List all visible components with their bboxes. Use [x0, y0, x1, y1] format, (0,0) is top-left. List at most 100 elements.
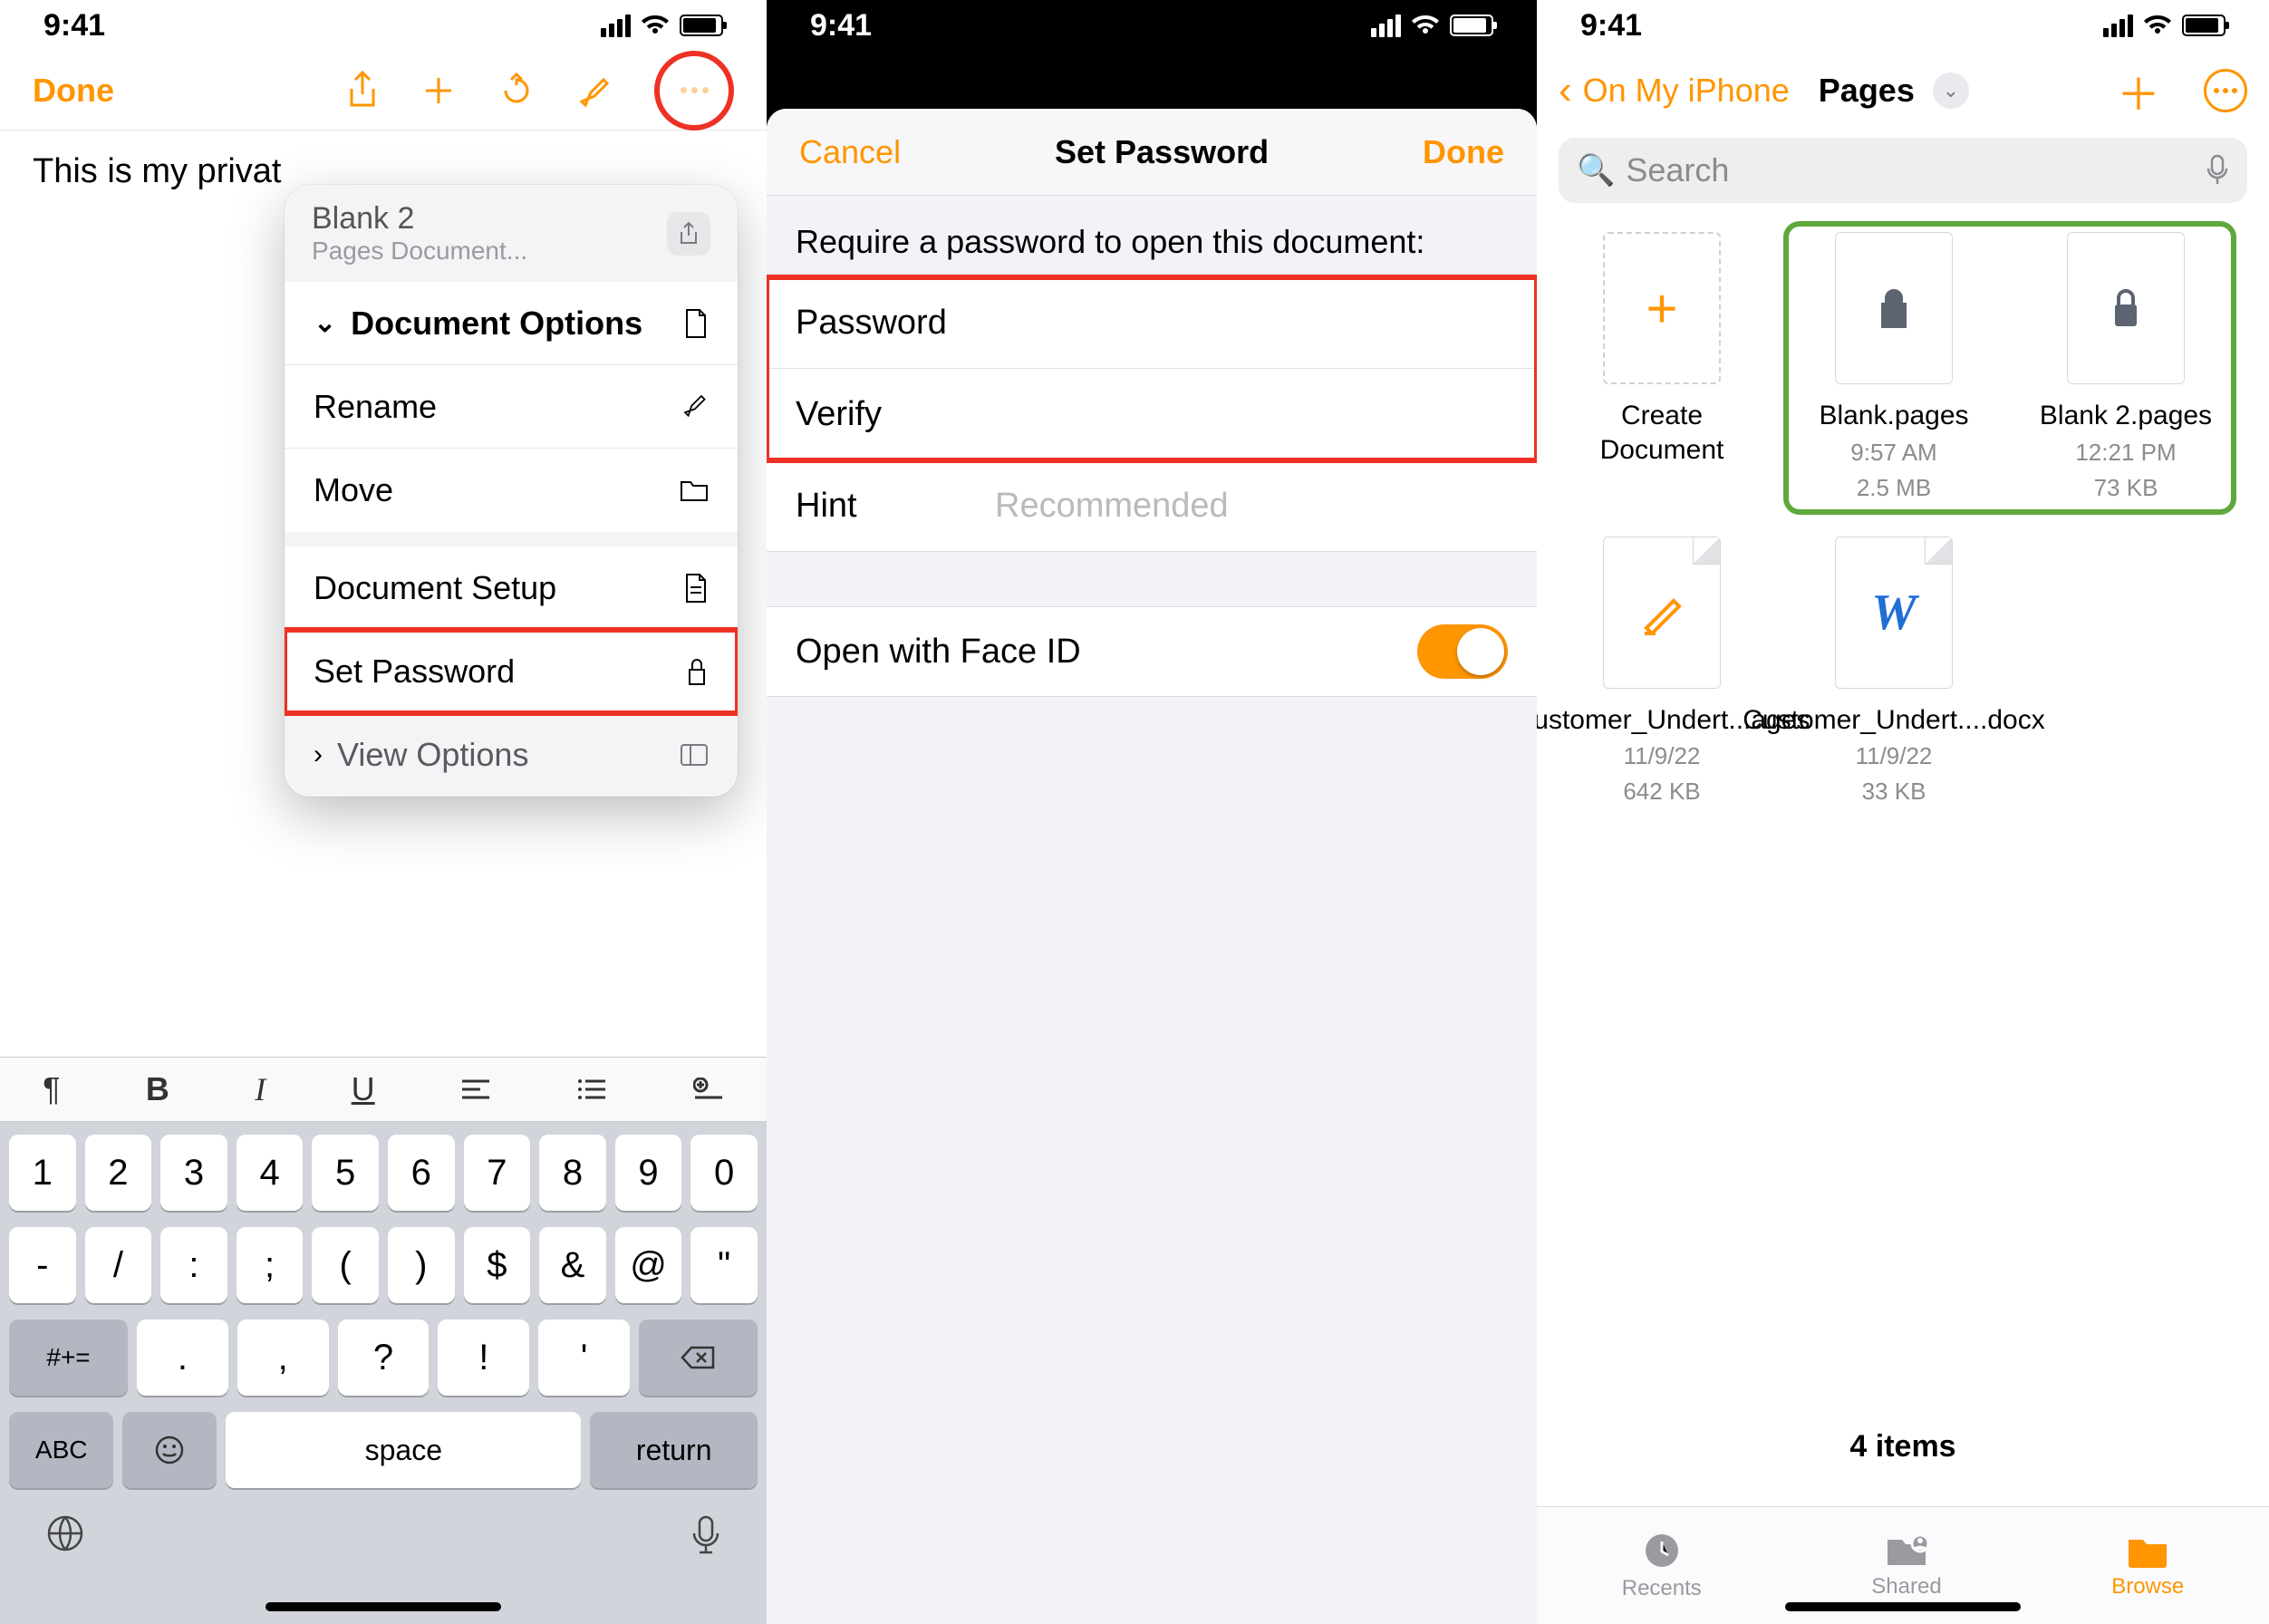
lock-icon — [1876, 286, 1912, 330]
folder-icon — [680, 478, 709, 502]
search-field[interactable]: 🔍 Search — [1559, 138, 2247, 203]
done-button[interactable]: Done — [1423, 133, 1504, 171]
key[interactable]: - — [9, 1227, 76, 1303]
bold-button[interactable]: B — [146, 1070, 169, 1108]
file-tile[interactable]: W Customer_Undert....docx 11/9/22 33 KB — [1794, 536, 1994, 808]
key-backspace[interactable] — [639, 1320, 758, 1396]
location-menu-button[interactable]: ⌄ — [1933, 72, 1969, 109]
key[interactable]: . — [137, 1320, 228, 1396]
format-bar: ¶ B I U — [0, 1057, 767, 1122]
insert-icon[interactable] — [693, 1078, 724, 1101]
file-grid: + Create Document Blank.pages 9:57 AM 2.… — [1537, 203, 2269, 836]
more-icon[interactable] — [681, 87, 709, 93]
mic-icon[interactable] — [2206, 154, 2229, 187]
create-document-tile[interactable]: + Create Document — [1562, 232, 1762, 504]
sheet-title: Set Password — [1055, 133, 1269, 171]
menu-rename[interactable]: Rename — [285, 365, 738, 449]
tab-shared[interactable]: Shared — [1871, 1532, 1941, 1600]
key[interactable]: : — [160, 1227, 227, 1303]
key[interactable]: 6 — [388, 1135, 455, 1211]
cancel-button[interactable]: Cancel — [799, 133, 901, 171]
file-tile[interactable]: Customer_Undert...ages 11/9/22 642 KB — [1562, 536, 1762, 808]
verify-field[interactable]: Verify — [767, 369, 1537, 459]
signal-icon — [2103, 14, 2133, 37]
share-icon[interactable] — [346, 71, 379, 111]
key-abc[interactable]: ABC — [9, 1412, 113, 1488]
battery-icon — [680, 14, 723, 36]
key[interactable]: ' — [538, 1320, 630, 1396]
tab-recents[interactable]: Recents — [1622, 1531, 1702, 1601]
file-tile[interactable]: Blank.pages 9:57 AM 2.5 MB — [1794, 232, 1994, 504]
italic-button[interactable]: I — [255, 1070, 266, 1108]
key[interactable]: 8 — [539, 1135, 606, 1211]
key[interactable]: 2 — [85, 1135, 152, 1211]
key[interactable]: ! — [438, 1320, 529, 1396]
key[interactable]: 7 — [464, 1135, 531, 1211]
signal-icon — [1371, 14, 1401, 37]
key[interactable]: $ — [464, 1227, 531, 1303]
undo-icon[interactable] — [498, 72, 535, 109]
menu-view-options[interactable]: › View Options — [285, 713, 738, 797]
signal-icon — [601, 14, 631, 37]
folder-icon — [2125, 1532, 2170, 1569]
clock-icon — [1642, 1531, 1682, 1571]
key-space[interactable]: space — [226, 1412, 581, 1488]
search-icon: 🔍 — [1577, 152, 1615, 188]
backspace-icon — [681, 1344, 717, 1371]
mic-icon[interactable] — [690, 1513, 721, 1557]
menu-move[interactable]: Move — [285, 449, 738, 532]
wifi-icon — [2144, 15, 2171, 35]
faceid-switch[interactable] — [1417, 624, 1508, 679]
key-emoji[interactable] — [122, 1412, 217, 1488]
done-button[interactable]: Done — [33, 72, 114, 110]
key[interactable]: / — [85, 1227, 152, 1303]
more-button[interactable] — [2204, 69, 2247, 112]
editor-toolbar: Done — [0, 51, 767, 130]
key[interactable]: ? — [338, 1320, 430, 1396]
require-password-label: Require a password to open this document… — [767, 196, 1537, 277]
key[interactable]: " — [690, 1227, 758, 1303]
password-field[interactable]: Password — [767, 278, 1537, 369]
add-button[interactable]: ＋ — [2117, 59, 2160, 122]
key[interactable]: 1 — [9, 1135, 76, 1211]
file-tile[interactable]: Blank 2.pages 12:21 PM 73 KB — [2026, 232, 2226, 504]
items-count: 4 items — [1537, 1429, 2269, 1464]
battery-icon — [1450, 14, 1493, 36]
key-return[interactable]: return — [590, 1412, 758, 1488]
key[interactable]: 3 — [160, 1135, 227, 1211]
key[interactable]: , — [237, 1320, 329, 1396]
key[interactable]: 4 — [237, 1135, 304, 1211]
chevron-left-icon[interactable]: ‹ — [1559, 68, 1572, 113]
key[interactable]: & — [539, 1227, 606, 1303]
menu-set-password-highlight[interactable]: Set Password — [285, 630, 738, 713]
underline-button[interactable]: U — [352, 1070, 375, 1108]
hint-field[interactable]: Hint Recommended — [767, 460, 1537, 551]
popover-share-button[interactable] — [667, 212, 710, 256]
key[interactable]: 0 — [690, 1135, 758, 1211]
home-indicator — [266, 1602, 501, 1611]
list-icon[interactable] — [576, 1078, 607, 1101]
key[interactable]: ; — [237, 1227, 304, 1303]
home-indicator — [1785, 1602, 2021, 1611]
key[interactable]: @ — [615, 1227, 682, 1303]
key[interactable]: 9 — [615, 1135, 682, 1211]
brush-icon[interactable] — [578, 72, 611, 109]
back-button[interactable]: On My iPhone — [1583, 72, 1790, 110]
tab-browse[interactable]: Browse — [2111, 1532, 2184, 1600]
globe-icon[interactable] — [45, 1513, 85, 1553]
pilcrow-icon[interactable]: ¶ — [43, 1070, 60, 1108]
key[interactable]: ( — [312, 1227, 379, 1303]
key[interactable]: ) — [388, 1227, 455, 1303]
plus-icon[interactable] — [422, 74, 455, 107]
key[interactable]: 5 — [312, 1135, 379, 1211]
wifi-icon — [1412, 15, 1439, 35]
sheet-header: Cancel Set Password Done — [767, 109, 1537, 196]
align-icon[interactable] — [460, 1078, 491, 1101]
location-title: Pages — [1819, 72, 1915, 110]
phone-pages-editor: 9:41 Done This is my privat Blank 2 Page… — [0, 0, 767, 1624]
menu-document-setup[interactable]: Document Setup — [285, 546, 738, 630]
status-right — [2103, 14, 2226, 37]
menu-document-options[interactable]: ⌄ Document Options — [285, 282, 738, 365]
shared-folder-icon — [1884, 1532, 1929, 1569]
key-numalt[interactable]: #+= — [9, 1320, 128, 1396]
